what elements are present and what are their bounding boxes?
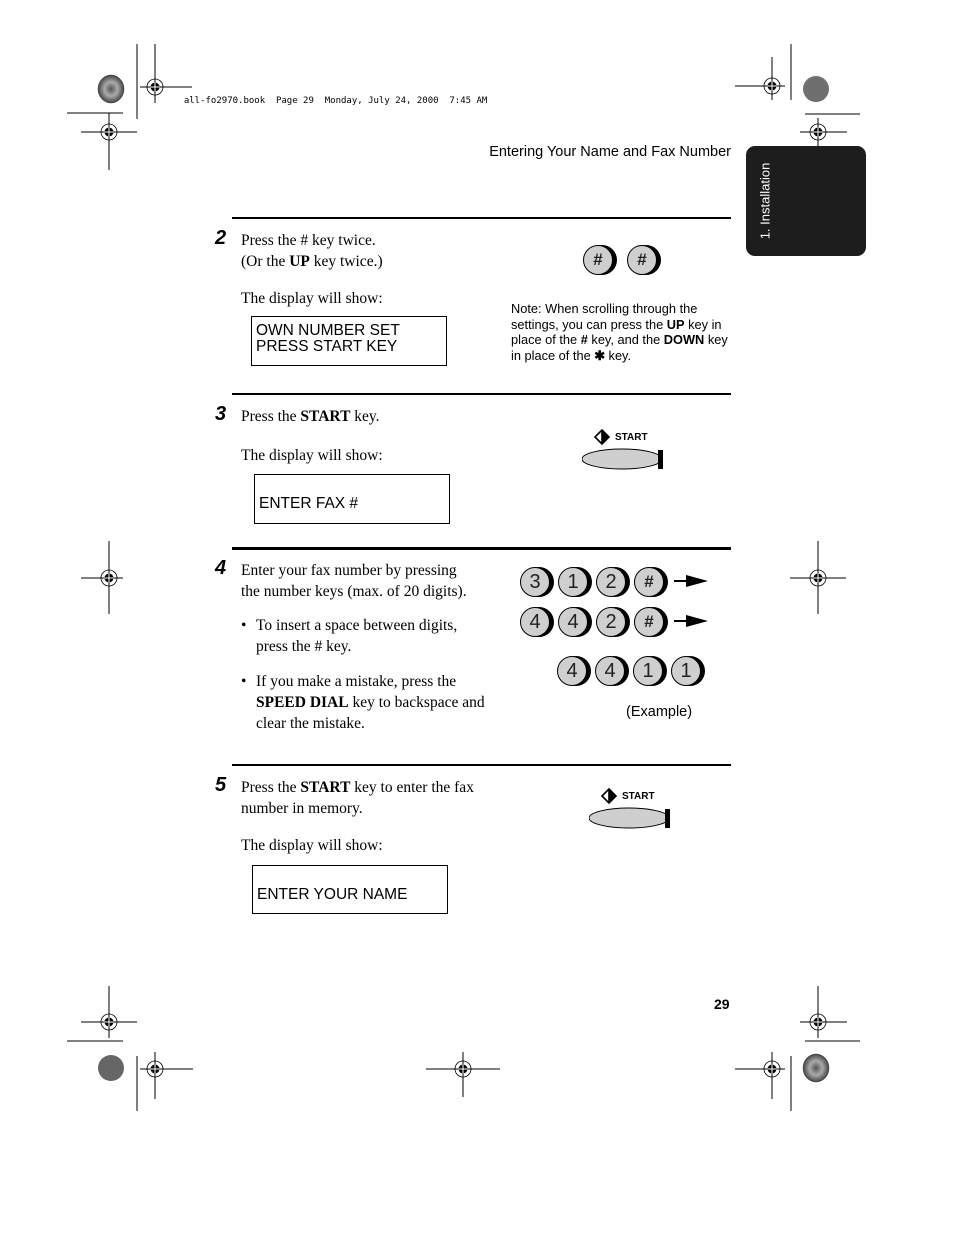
example-caption: (Example) — [626, 704, 693, 720]
step-2-instruction: Press the # key twice. (Or the UP key tw… — [241, 230, 383, 272]
key-label: 3 — [520, 567, 550, 597]
slug-date: Monday, July 24, 2000 — [324, 96, 439, 106]
number-key-icon: 4 — [520, 607, 554, 637]
step-number: 3 — [215, 403, 227, 425]
number-key-icon: 2 — [596, 567, 630, 597]
step-divider — [232, 764, 731, 766]
step-2-line-2: (Or the UP key twice.) — [241, 253, 383, 270]
bullet-icon: • — [241, 617, 247, 634]
color-target-icon — [97, 74, 125, 104]
color-target-icon — [98, 1055, 124, 1081]
key-label: # — [634, 567, 664, 597]
bullet-item: To insert a space between digits, press … — [256, 617, 458, 655]
key-label: # — [634, 607, 664, 637]
step-divider — [232, 217, 731, 219]
bullet-icon: • — [241, 673, 247, 690]
color-target-icon — [802, 1053, 830, 1083]
lcd-line-1: OWN NUMBER SET — [256, 322, 400, 339]
lcd-display: ENTER YOUR NAME — [252, 865, 448, 914]
step-divider — [232, 547, 731, 550]
display-intro: The display will show: — [241, 447, 383, 464]
step-2-line-1: Press the # key twice. — [241, 232, 376, 249]
lcd-display: OWN NUMBER SET PRESS START KEY — [251, 316, 447, 366]
number-key-icon: 4 — [557, 656, 591, 686]
bullet-item: If you make a mistake, press the SPEED D… — [256, 673, 485, 732]
step-5-instruction: Press the START key to enter the fax num… — [241, 779, 474, 817]
asterisk-key-icon: ✱ — [594, 347, 605, 363]
key-label: 1 — [558, 567, 588, 597]
lcd-line-1: ENTER FAX # — [259, 495, 359, 512]
start-key-label: START — [622, 791, 655, 802]
arrow-right-icon — [674, 575, 708, 587]
color-target-icon — [803, 76, 829, 102]
start-key-name: START — [300, 779, 351, 796]
key-label: 2 — [596, 567, 626, 597]
start-key-label: START — [615, 432, 648, 443]
chapter-tab-label: 1. Installation — [757, 162, 773, 240]
chapter-tab[interactable]: 1. Installation — [746, 146, 866, 256]
key-label: 4 — [558, 607, 588, 637]
hash-key-icon: # — [634, 607, 668, 637]
step-number: 2 — [215, 227, 227, 249]
slug-time: 7:45 AM — [449, 96, 488, 106]
print-slug: all-fo2970.book Page 29 Monday, July 24,… — [173, 86, 487, 106]
lcd-line-1: ENTER YOUR NAME — [257, 886, 408, 903]
step-3-instruction: Press the START key. — [241, 408, 380, 425]
number-key-icon: 2 — [596, 607, 630, 637]
up-key-name: UP — [289, 253, 310, 270]
step-4-instruction: Enter your fax number by pressing the nu… — [241, 562, 467, 600]
running-head: Entering Your Name and Fax Number — [489, 144, 731, 160]
slug-file: all-fo2970.book — [183, 96, 266, 106]
key-label: 4 — [557, 656, 587, 686]
step-number: 5 — [215, 774, 227, 796]
start-key-illustration: START — [588, 787, 679, 833]
arrow-right-icon — [674, 615, 708, 627]
key-label: 2 — [596, 607, 626, 637]
step-divider — [232, 393, 731, 395]
lcd-line-2: PRESS START KEY — [256, 338, 398, 355]
lcd-display: ENTER FAX # — [254, 474, 450, 524]
display-intro: The display will show: — [241, 837, 383, 854]
number-key-icon: 4 — [595, 656, 629, 686]
key-label: 1 — [633, 656, 663, 686]
step-number: 4 — [215, 557, 227, 579]
hash-key-icon: # — [627, 245, 661, 275]
number-key-icon: 1 — [671, 656, 705, 686]
start-key-illustration: START — [581, 428, 672, 474]
hash-key-icon: # — [634, 567, 668, 597]
key-label: 1 — [671, 656, 701, 686]
hash-key-icon: # — [583, 245, 617, 275]
number-key-icon: 1 — [558, 567, 592, 597]
display-intro: The display will show: — [241, 290, 383, 307]
slug-page: Page 29 — [275, 96, 314, 106]
number-key-icon: 4 — [558, 607, 592, 637]
start-key-name: START — [300, 408, 351, 425]
note-text: Note: When scrolling through the setting… — [511, 301, 728, 363]
speed-dial-key-name: SPEED DIAL — [256, 694, 349, 711]
page-number: 29 — [714, 996, 730, 1012]
key-label: 4 — [520, 607, 550, 637]
number-key-icon: 3 — [520, 567, 554, 597]
key-label: 4 — [595, 656, 625, 686]
number-key-icon: 1 — [633, 656, 667, 686]
